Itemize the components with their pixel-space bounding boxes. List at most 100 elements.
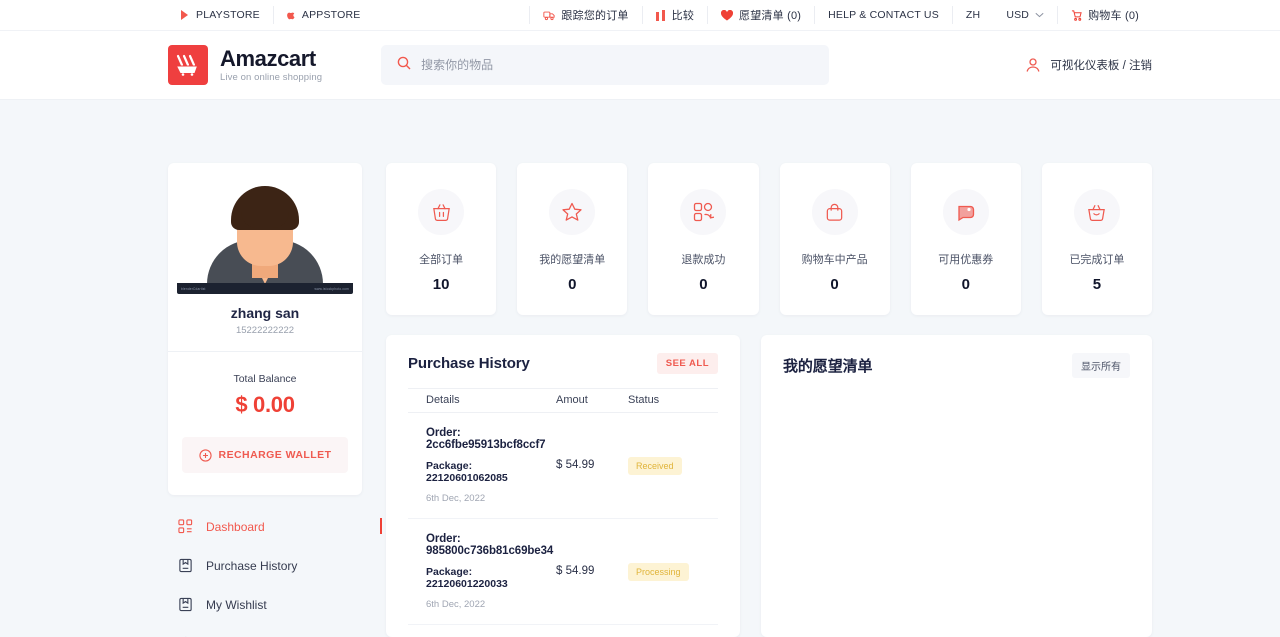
topbar-item-compare[interactable]: 比较: [641, 6, 707, 24]
stat-value: 0: [961, 276, 970, 293]
table-row[interactable]: Order: 985800c736b81c69be34 Package: 221…: [408, 519, 718, 625]
row-status: Processing: [628, 562, 700, 581]
row-order-id: Order: 985800c736b81c69be34: [426, 532, 554, 557]
play-icon: [181, 10, 190, 20]
profile-phone: 15222222222: [168, 325, 362, 352]
balance-amount: $ 0.00: [235, 392, 295, 417]
sidebar-item-label: My Wishlist: [206, 597, 267, 612]
purchase-history-table-header: Details Amout Status: [408, 388, 718, 413]
search-bar[interactable]: [381, 45, 830, 85]
sidebar-item-label: Purchase History: [206, 558, 298, 573]
row-amount: $ 54.99: [556, 565, 595, 578]
topbar-item-label: 跟踪您的订单: [561, 10, 629, 22]
topbar-item-language[interactable]: ZH: [951, 6, 993, 24]
recharge-wallet-label: RECHARGE WALLET: [218, 449, 332, 461]
status-badge: Processing: [628, 562, 689, 581]
brand-logo[interactable]: Amazcart Live on online shopping: [168, 45, 322, 85]
truck-icon: [543, 10, 556, 21]
topbar-item-playstore[interactable]: PLAYSTORE: [168, 6, 273, 24]
amazcart-logo-icon: [168, 45, 208, 85]
right-column: 全部订单 10 我的愿望清单 0 退款成功 0 购物车中产品 0 可用优惠券 0…: [386, 163, 1153, 637]
stat-value: 10: [432, 276, 450, 293]
topbar-item-track-order[interactable]: 跟踪您的订单: [529, 6, 641, 24]
row-date: 6th Dec, 2022: [426, 598, 486, 610]
sidebar-item-my-wishlist[interactable]: My Wishlist: [168, 589, 362, 620]
basket-check-icon: [1073, 189, 1120, 235]
show-all-button[interactable]: 显示所有: [1072, 353, 1130, 378]
cart-icon: [1071, 9, 1082, 21]
stat-cards-row: 全部订单 10 我的愿望清单 0 退款成功 0 购物车中产品 0 可用优惠券 0…: [386, 163, 1153, 315]
sidebar-nav: Dashboard Purchase History My Wishlist M…: [168, 511, 382, 637]
table-row[interactable]: Order: eefb748d85ec7d0aa9fe Package: 221…: [408, 625, 718, 637]
stat-card-refund-success[interactable]: 退款成功 0: [648, 163, 759, 315]
column-header-details: Details: [426, 394, 460, 407]
sidebar-item-my-order[interactable]: My Order: [168, 628, 362, 637]
topbar-item-wishlist[interactable]: 愿望清单 (0): [707, 6, 814, 24]
topbar-item-appstore[interactable]: APPSTORE: [272, 6, 374, 24]
search-input[interactable]: [421, 58, 814, 72]
stat-label: 我的愿望清单: [539, 254, 606, 266]
purchase-history-header: Purchase History SEE ALL: [386, 335, 740, 388]
topbar-item-currency[interactable]: USD: [993, 6, 1057, 24]
table-row[interactable]: Order: 2cc6fbe95913bcf8ccf7 Package: 221…: [408, 413, 718, 519]
topbar-item-label: 比较: [671, 10, 695, 22]
row-details: Order: 2cc6fbe95913bcf8ccf7 Package: 221…: [426, 427, 556, 504]
stat-label: 可用优惠券: [938, 254, 994, 266]
stat-card-all-orders[interactable]: 全部订单 10: [386, 163, 497, 315]
brand-tagline: Live on online shopping: [220, 72, 323, 84]
basket-icon: [418, 189, 465, 235]
column-header-status: Status: [628, 394, 660, 407]
page-watermark: ngchuhai.com: [1024, 607, 1136, 628]
lower-panels: Purchase History SEE ALL Details Amout S…: [386, 335, 1152, 637]
sidebar-item-dashboard[interactable]: Dashboard: [168, 511, 382, 542]
row-amount: $ 54.99: [556, 459, 595, 472]
apple-icon: [286, 10, 296, 20]
wishlist-title: 我的愿望清单: [783, 358, 873, 375]
stat-card-available-coupons[interactable]: 可用优惠券 0: [910, 163, 1021, 315]
topbar-item-label: PLAYSTORE: [196, 9, 260, 21]
see-all-button[interactable]: SEE ALL: [656, 353, 718, 374]
stat-value: 0: [699, 276, 708, 293]
user-account-menu[interactable]: 可视化仪表板 / 注销: [1025, 57, 1152, 73]
status-badge: Received: [628, 456, 682, 475]
purchase-history-rows: Order: 2cc6fbe95913bcf8ccf7 Package: 221…: [386, 413, 740, 637]
star-icon: [549, 189, 596, 235]
stat-card-cart-products[interactable]: 购物车中产品 0: [779, 163, 890, 315]
stat-card-completed-orders[interactable]: 已完成订单 5: [1041, 163, 1153, 315]
wishlist-header: 我的愿望清单 显示所有: [761, 335, 1152, 392]
dashboard-icon: [178, 519, 193, 534]
user-menu-label: 可视化仪表板 / 注销: [1050, 60, 1152, 72]
coupon-icon: [942, 189, 989, 235]
site-header: Amazcart Live on online shopping 可视化仪表板 …: [0, 31, 1280, 100]
topbar-item-label: APPSTORE: [301, 9, 361, 21]
row-details: Order: 985800c736b81c69be34 Package: 221…: [426, 533, 556, 610]
sidebar-item-label: Dashboard: [206, 519, 265, 534]
purchase-history-panel: Purchase History SEE ALL Details Amout S…: [386, 335, 740, 637]
avatar-watermark-left: blenderCdartist: [181, 286, 206, 291]
topbar-item-help-contact[interactable]: HELP & CONTACT US: [814, 6, 952, 24]
chevron-down-icon: [1035, 12, 1044, 18]
plus-circle-icon: [198, 448, 212, 462]
topbar-item-label: USD: [1006, 9, 1030, 21]
avatar-hair: [231, 186, 299, 230]
topbar-item-label: ZH: [965, 9, 981, 21]
stat-label: 购物车中产品: [801, 254, 868, 266]
topbar-item-label: HELP & CONTACT US: [828, 9, 939, 21]
recharge-wallet-button[interactable]: RECHARGE WALLET: [182, 437, 348, 473]
profile-name: zhang san: [230, 305, 300, 321]
avatar-wrapper: blenderCdartist www.istockphoto.com: [168, 163, 362, 294]
stat-value: 0: [830, 276, 839, 293]
stat-value: 0: [568, 276, 577, 293]
topbar-item-cart[interactable]: 购物车 (0): [1057, 6, 1152, 24]
page-title: Purchase History: [408, 355, 530, 372]
refund-icon: [680, 189, 727, 235]
sidebar-item-purchase-history[interactable]: Purchase History: [168, 550, 362, 581]
wishlist-icon: [178, 597, 193, 612]
row-status: Received: [628, 456, 700, 475]
stat-card-my-wishlist[interactable]: 我的愿望清单 0: [517, 163, 628, 315]
row-order-id: Order: 2cc6fbe95913bcf8ccf7: [426, 426, 546, 451]
wishlist-body: ngchuhai.com: [761, 392, 1152, 637]
bag-icon: [811, 189, 858, 235]
row-package-id: Package: 22120601062085: [426, 459, 508, 484]
stat-label: 退款成功: [681, 254, 726, 266]
